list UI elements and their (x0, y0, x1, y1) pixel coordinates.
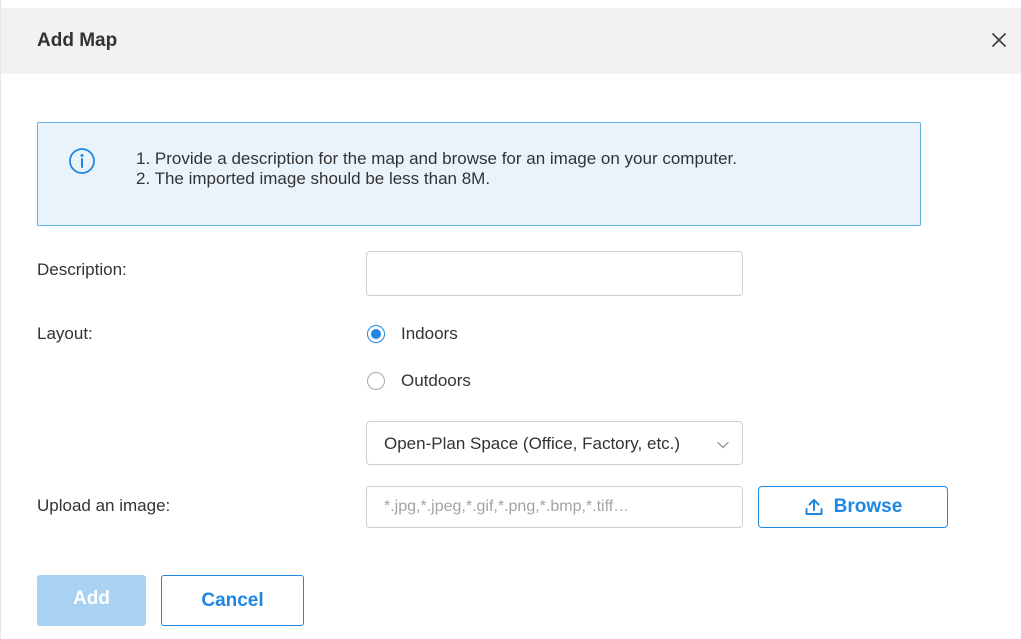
space-type-select[interactable]: Open-Plan Space (Office, Factory, etc.) (366, 421, 743, 465)
radio-label-outdoors: Outdoors (401, 371, 471, 390)
browse-label: Browse (833, 496, 903, 517)
info-text: 1. Provide a description for the map and… (136, 149, 737, 189)
dialog-header: Add Map (1, 8, 1021, 74)
close-button[interactable] (985, 26, 1013, 54)
add-button[interactable]: Add (37, 575, 146, 626)
cancel-button[interactable]: Cancel (161, 575, 304, 626)
close-icon (992, 33, 1006, 47)
upload-icon (805, 499, 823, 515)
description-label: Description: (37, 260, 127, 279)
layout-option-indoors[interactable]: Indoors (367, 322, 458, 346)
layout-option-outdoors[interactable]: Outdoors (367, 369, 471, 393)
layout-label: Layout: (37, 324, 93, 343)
browse-button[interactable]: Browse (758, 486, 948, 528)
info-banner: 1. Provide a description for the map and… (37, 122, 921, 226)
info-line-2: 2. The imported image should be less tha… (136, 169, 491, 188)
space-type-value: Open-Plan Space (Office, Factory, etc.) (384, 434, 681, 453)
cancel-label: Cancel (201, 589, 264, 611)
info-icon (69, 148, 95, 174)
info-line-1: 1. Provide a description for the map and… (136, 149, 737, 168)
add-label: Add (73, 587, 110, 609)
chevron-down-icon (717, 441, 729, 449)
dialog-title: Add Map (37, 30, 118, 51)
description-input[interactable] (366, 251, 743, 296)
upload-placeholder: *.jpg,*.jpeg,*.gif,*.png,*.bmp,*.tiff… (384, 498, 630, 515)
upload-label: Upload an image: (37, 496, 171, 515)
radio-label-indoors: Indoors (401, 324, 458, 343)
radio-indoors[interactable] (367, 325, 385, 343)
upload-file-field[interactable]: *.jpg,*.jpeg,*.gif,*.png,*.bmp,*.tiff… (366, 486, 743, 528)
add-map-dialog: Add Map 1. Provide a description for the… (0, 0, 1021, 639)
radio-outdoors[interactable] (367, 372, 385, 390)
